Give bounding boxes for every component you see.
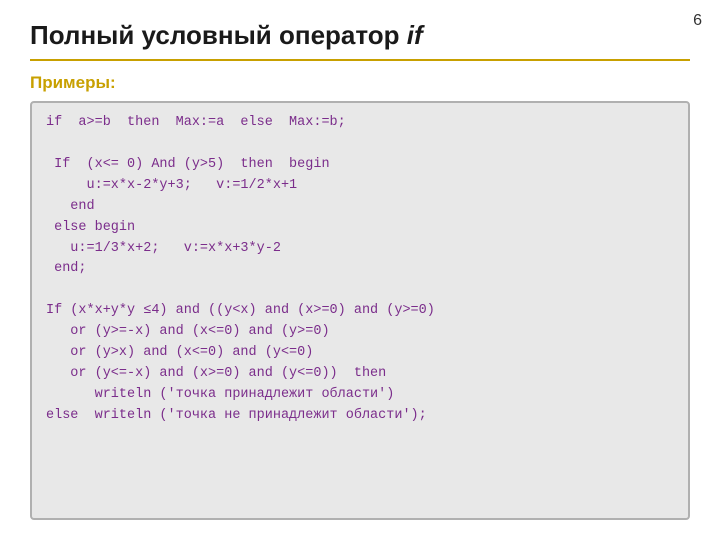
- slide-title: Полный условный оператор if: [30, 20, 690, 51]
- code-box: if a>=b then Max:=a else Max:=b; If (x<=…: [30, 101, 690, 520]
- slide-container: 6 Полный условный оператор if Примеры: i…: [0, 0, 720, 540]
- slide-title-text: Полный условный оператор: [30, 20, 407, 50]
- slide-title-italic: if: [407, 20, 423, 50]
- examples-label: Примеры:: [30, 73, 690, 93]
- page-number: 6: [693, 12, 702, 30]
- title-area: Полный условный оператор if: [30, 20, 690, 61]
- code-content: if a>=b then Max:=a else Max:=b; If (x<=…: [46, 113, 674, 427]
